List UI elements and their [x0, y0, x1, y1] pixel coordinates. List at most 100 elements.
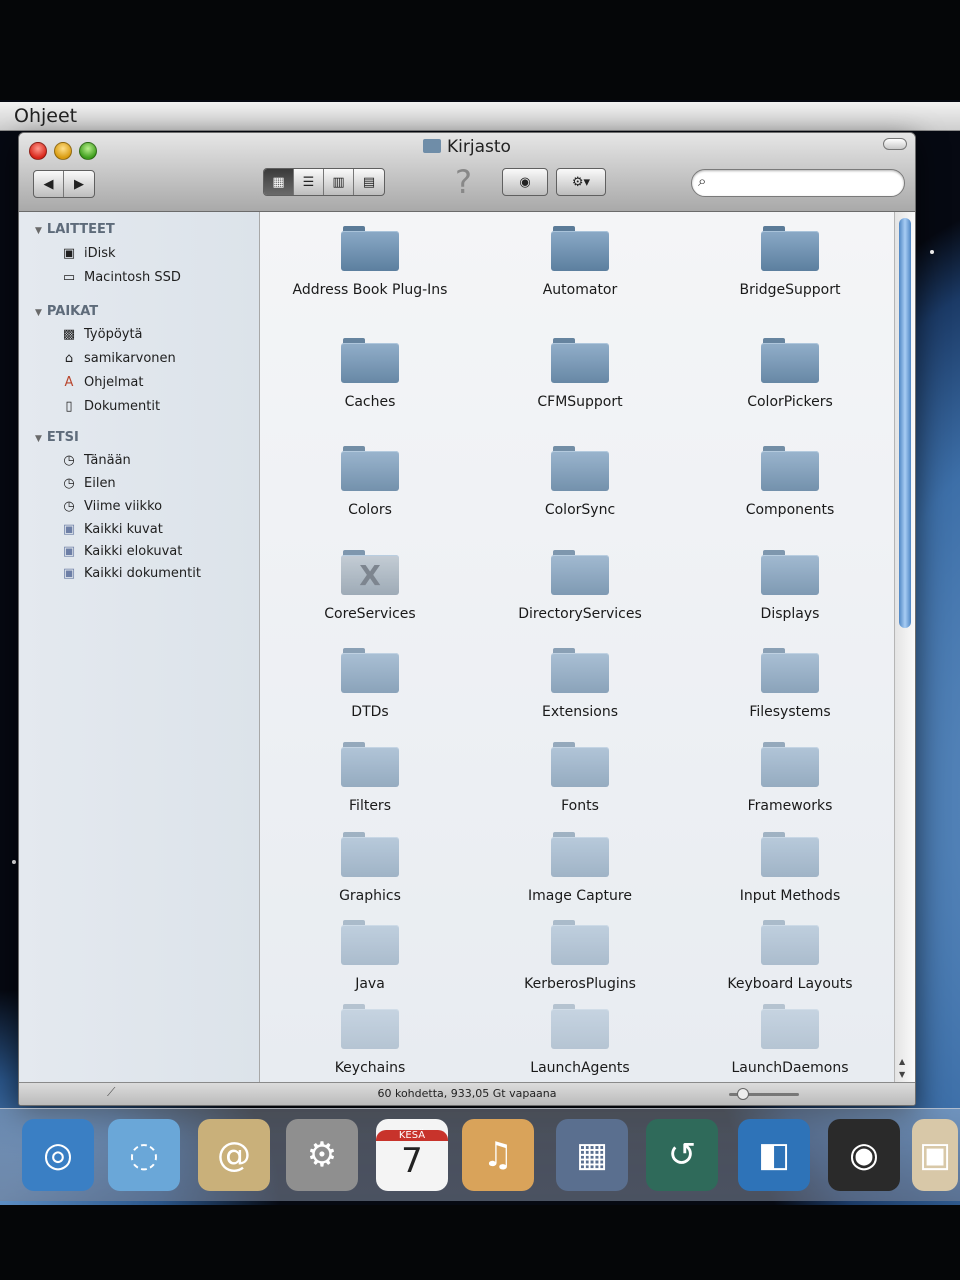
folder-item[interactable]: Java	[270, 918, 470, 992]
star	[930, 250, 934, 254]
folder-icon	[761, 646, 819, 694]
sidebar-item-all-movies[interactable]: ▣ Kaikki elokuvat	[61, 543, 183, 559]
toolbar-toggle-button[interactable]	[883, 138, 907, 150]
sidebar-item-idisk[interactable]: ▣ iDisk	[61, 245, 116, 261]
search-field[interactable]: ⌕	[691, 169, 905, 197]
sidebar-item-all-documents[interactable]: ▣ Kaikki dokumentit	[61, 565, 201, 581]
folder-item[interactable]: Filesystems	[690, 646, 890, 720]
folder-item[interactable]: DirectoryServices	[480, 548, 680, 622]
address-book-icon[interactable]: @	[198, 1119, 270, 1191]
iphoto-icon[interactable]: ▣	[912, 1119, 958, 1191]
column-view-button[interactable]: ▥	[324, 169, 354, 195]
vertical-scrollbar[interactable]: ▲ ▼	[894, 212, 915, 1082]
icon-view-icon: ▦	[272, 174, 285, 190]
scroll-up-arrow-icon[interactable]: ▲	[899, 1057, 905, 1066]
folder-item[interactable]: X CoreServices	[270, 548, 470, 622]
back-button[interactable]: ◀	[34, 171, 64, 197]
folder-item[interactable]: BridgeSupport	[690, 224, 890, 298]
dvd-player-icon[interactable]: ◉	[828, 1119, 900, 1191]
search-icon: ⌕	[698, 172, 707, 190]
smart-folder-icon: ▣	[62, 565, 76, 581]
folder-item[interactable]: Components	[690, 444, 890, 518]
icon-view-button[interactable]: ▦	[264, 169, 294, 195]
folder-label: BridgeSupport	[739, 282, 841, 298]
folder-item[interactable]: Caches	[270, 336, 470, 410]
folder-item[interactable]: Colors	[270, 444, 470, 518]
folder-item[interactable]: Displays	[690, 548, 890, 622]
sidebar-item-home[interactable]: ⌂ samikarvonen	[61, 350, 176, 366]
sidebar-item-applications[interactable]: A Ohjelmat	[61, 374, 144, 390]
folder-item[interactable]: Graphics	[270, 830, 470, 904]
folder-item[interactable]: Extensions	[480, 646, 680, 720]
documents-icon: ▯	[65, 398, 73, 414]
spaces-icon[interactable]: ▦	[556, 1119, 628, 1191]
sidebar-section-devices[interactable]: ▼ LAITTEET	[35, 222, 115, 237]
folder-icon	[341, 224, 399, 272]
folder-item[interactable]: DTDs	[270, 646, 470, 720]
icon-view-area: Address Book Plug-Ins Automator BridgeSupp…	[260, 212, 894, 1082]
smart-folder-icon: ▣	[62, 543, 76, 559]
scrollbar-thumb[interactable]	[899, 218, 911, 628]
sidebar-item-yesterday[interactable]: ◷ Eilen	[61, 475, 115, 491]
folder-item[interactable]: Address Book Plug-Ins	[270, 224, 470, 298]
folder-item[interactable]: Keychains	[270, 1002, 470, 1076]
sidebar-section-search[interactable]: ▼ ETSI	[35, 430, 79, 445]
folder-icon	[761, 830, 819, 878]
folder-label: ColorSync	[544, 502, 616, 518]
disclosure-triangle-icon: ▼	[35, 226, 42, 236]
folder-item[interactable]: Automator	[480, 224, 680, 298]
forward-button[interactable]: ▶	[64, 171, 94, 197]
scroll-down-arrow-icon[interactable]: ▼	[899, 1070, 905, 1079]
folder-label: Colors	[348, 502, 392, 518]
idisk-icon: ▣	[62, 245, 76, 261]
sidebar-item-all-images[interactable]: ▣ Kaikki kuvat	[61, 521, 163, 537]
folder-icon	[761, 740, 819, 788]
disclosure-triangle-icon: ▼	[35, 308, 42, 318]
folder-item[interactable]: Fonts	[480, 740, 680, 814]
sidebar-item-label: Ohjelmat	[84, 374, 144, 390]
office-icon[interactable]: ◧	[738, 1119, 810, 1191]
safari-icon[interactable]: ◎	[22, 1119, 94, 1191]
folder-label: LaunchDaemons	[731, 1060, 849, 1076]
sidebar-item-desktop[interactable]: ▩ Työpöytä	[61, 326, 143, 342]
folder-icon	[551, 444, 609, 492]
sidebar-item-macintosh-ssd[interactable]: ▭ Macintosh SSD	[61, 269, 181, 285]
folder-icon: X	[341, 548, 399, 596]
folder-icon	[341, 646, 399, 694]
folder-icon	[551, 830, 609, 878]
smart-folder-icon: ▣	[62, 521, 76, 537]
search-input[interactable]	[720, 173, 894, 193]
ichat-icon[interactable]: ◌	[108, 1119, 180, 1191]
icon-size-slider-knob[interactable]	[737, 1088, 749, 1100]
folder-item[interactable]: Keyboard Layouts	[690, 918, 890, 992]
folder-item[interactable]: ColorPickers	[690, 336, 890, 410]
eye-icon: ◉	[519, 174, 531, 190]
folder-item[interactable]: CFMSupport	[480, 336, 680, 410]
folder-item[interactable]: Filters	[270, 740, 470, 814]
time-machine-icon[interactable]: ↺	[646, 1119, 718, 1191]
garageband-icon[interactable]: ♫	[462, 1119, 534, 1191]
sidebar-item-documents[interactable]: ▯ Dokumentit	[61, 398, 160, 414]
quick-look-button[interactable]: ◉	[502, 168, 548, 196]
coverflow-view-button[interactable]: ▤	[354, 169, 384, 195]
sidebar-item-today[interactable]: ◷ Tänään	[61, 452, 130, 468]
folder-item[interactable]: Image Capture	[480, 830, 680, 904]
sidebar-item-last-week[interactable]: ◷ Viime viikko	[61, 498, 162, 514]
folder-icon	[341, 1002, 399, 1050]
folder-icon	[761, 918, 819, 966]
action-menu-button[interactable]: ⚙▾	[556, 168, 606, 196]
system-preferences-icon[interactable]: ⚙	[286, 1119, 358, 1191]
list-view-button[interactable]: ☰	[294, 169, 324, 195]
folder-item[interactable]: LaunchDaemons	[690, 1002, 890, 1076]
folder-item[interactable]: KerberosPlugins	[480, 918, 680, 992]
folder-item[interactable]: Input Methods	[690, 830, 890, 904]
menu-app-name[interactable]: Ohjeet	[14, 105, 77, 127]
sidebar-section-places[interactable]: ▼ PAIKAT	[35, 304, 98, 319]
folder-label: LaunchAgents	[530, 1060, 630, 1076]
ical-icon[interactable]: KESÄ 7	[376, 1119, 448, 1191]
folder-item[interactable]: Frameworks	[690, 740, 890, 814]
folder-item[interactable]: ColorSync	[480, 444, 680, 518]
folder-label: Frameworks	[747, 798, 833, 814]
folder-icon	[761, 1002, 819, 1050]
folder-item[interactable]: LaunchAgents	[480, 1002, 680, 1076]
